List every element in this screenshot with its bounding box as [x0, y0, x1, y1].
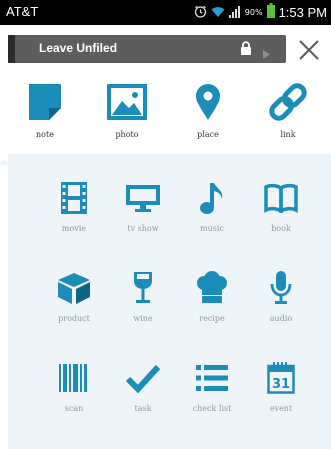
wine-label: wine: [133, 314, 153, 323]
music-note-icon: [172, 178, 252, 218]
movie-label: movie: [61, 224, 87, 233]
place-label: place: [197, 130, 219, 139]
book-icon: [241, 178, 321, 218]
more-note-types-panel: movie tv show music book product wine re…: [8, 154, 331, 449]
tv-icon: [103, 178, 183, 218]
notebook-bar-accent: [8, 35, 15, 63]
status-icons: 90% 1:53 PM: [194, 2, 327, 23]
photo-label: photo: [115, 130, 139, 139]
photo-button[interactable]: photo: [87, 82, 167, 139]
calendar-icon: 31: [241, 358, 321, 398]
barcode-icon: [34, 358, 114, 398]
tv-show-label: tv show: [127, 224, 159, 233]
scan-label: scan: [64, 404, 84, 413]
chef-hat-icon: [172, 268, 252, 308]
recipe-button[interactable]: recipe: [172, 268, 252, 323]
notebook-selector[interactable]: Leave Unfiled: [8, 35, 286, 63]
photo-icon: [87, 82, 167, 122]
box-icon: [34, 268, 114, 308]
signal-icon: [228, 3, 241, 22]
clock: 1:53 PM: [278, 5, 327, 20]
task-button[interactable]: task: [103, 358, 183, 413]
recipe-label: recipe: [199, 314, 225, 323]
play-arrow-icon[interactable]: [263, 44, 270, 63]
place-icon: [168, 82, 248, 122]
lock-icon[interactable]: [240, 41, 252, 60]
microphone-icon: [241, 268, 321, 308]
check-list-label: check list: [192, 404, 232, 413]
audio-label: audio: [269, 314, 293, 323]
book-button[interactable]: book: [241, 178, 321, 233]
status-bar: AT&T 90% 1:53 PM: [0, 0, 331, 25]
task-label: task: [134, 404, 152, 413]
wine-button[interactable]: wine: [103, 268, 183, 323]
note-label: note: [36, 130, 54, 139]
music-button[interactable]: music: [172, 178, 252, 233]
link-button[interactable]: link: [248, 82, 328, 139]
alarm-icon: [194, 3, 207, 22]
link-icon: [248, 82, 328, 122]
calendar-day: 31: [272, 377, 290, 392]
book-label: book: [271, 224, 291, 233]
product-button[interactable]: product: [34, 268, 114, 323]
movie-button[interactable]: movie: [34, 178, 114, 233]
audio-button[interactable]: audio: [241, 268, 321, 323]
checkmark-icon: [103, 358, 183, 398]
product-label: product: [58, 314, 90, 323]
notebook-label: Leave Unfiled: [39, 41, 118, 55]
wine-glass-icon: [103, 268, 183, 308]
event-label: event: [269, 404, 293, 413]
battery-percent: 90%: [244, 8, 263, 17]
scan-button[interactable]: scan: [34, 358, 114, 413]
wifi-icon: [211, 3, 225, 22]
note-icon: [5, 82, 85, 122]
checklist-icon: [172, 358, 252, 398]
carrier-name: AT&T: [6, 4, 39, 19]
link-label: link: [280, 130, 296, 139]
battery-icon: [266, 3, 275, 22]
note-button[interactable]: note: [5, 82, 85, 139]
place-button[interactable]: place: [168, 82, 248, 139]
film-icon: [34, 178, 114, 218]
check-list-button[interactable]: check list: [172, 358, 252, 413]
tv-show-button[interactable]: tv show: [103, 178, 183, 233]
event-button[interactable]: 31 event: [241, 358, 321, 413]
primary-note-types: note photo place link: [0, 72, 331, 152]
close-icon[interactable]: [296, 37, 322, 63]
music-label: music: [200, 224, 224, 233]
title-bar: Leave Unfiled: [0, 25, 331, 72]
